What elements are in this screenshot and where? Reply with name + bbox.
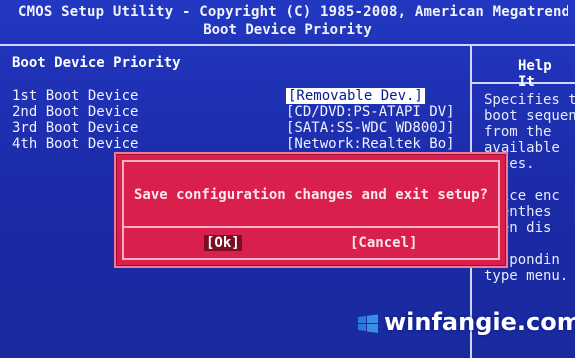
- help-title: Help It: [518, 58, 552, 90]
- boot-device-value[interactable]: [Removable Dev.]: [286, 88, 425, 104]
- boot-device-label: 4th Boot Device: [12, 136, 139, 152]
- dialog-frame: [122, 160, 500, 260]
- bios-screen: CMOS Setup Utility - Copyright (C) 1985-…: [0, 0, 575, 358]
- cancel-button[interactable]: [Cancel]: [350, 235, 417, 251]
- boot-device-label: 3rd Boot Device: [12, 120, 139, 136]
- app-title: CMOS Setup Utility - Copyright (C) 1985-…: [18, 4, 568, 20]
- boot-device-row-1[interactable]: 1st Boot Device [Removable Dev.]: [12, 88, 425, 104]
- boot-device-row-2[interactable]: 2nd Boot Device [CD/DVD:PS-ATAPI DV]: [12, 104, 455, 120]
- boot-device-label: 2nd Boot Device: [12, 104, 139, 120]
- boot-device-row-3[interactable]: 3rd Boot Device [SATA:SS-WDC WD800J]: [12, 120, 455, 136]
- frame-divider-top: [0, 44, 575, 46]
- dialog-divider: [122, 226, 500, 228]
- boot-device-value[interactable]: [SATA:SS-WDC WD800J]: [286, 120, 455, 136]
- boot-device-row-4[interactable]: 4th Boot Device [Network:Realtek Bo]: [12, 136, 455, 152]
- ok-button[interactable]: [Ok]: [204, 235, 242, 251]
- section-title: Boot Device Priority: [12, 55, 181, 71]
- boot-device-value[interactable]: [Network:Realtek Bo]: [286, 136, 455, 152]
- boot-device-value[interactable]: [CD/DVD:PS-ATAPI DV]: [286, 104, 455, 120]
- windows-logo-icon: [358, 314, 378, 333]
- boot-device-label: 1st Boot Device: [12, 88, 139, 104]
- dialog-message: Save configuration changes and exit setu…: [133, 187, 488, 203]
- watermark-text: winfangie.com: [384, 308, 575, 336]
- save-exit-dialog: Save configuration changes and exit setu…: [114, 152, 508, 268]
- page-title: Boot Device Priority: [203, 22, 372, 38]
